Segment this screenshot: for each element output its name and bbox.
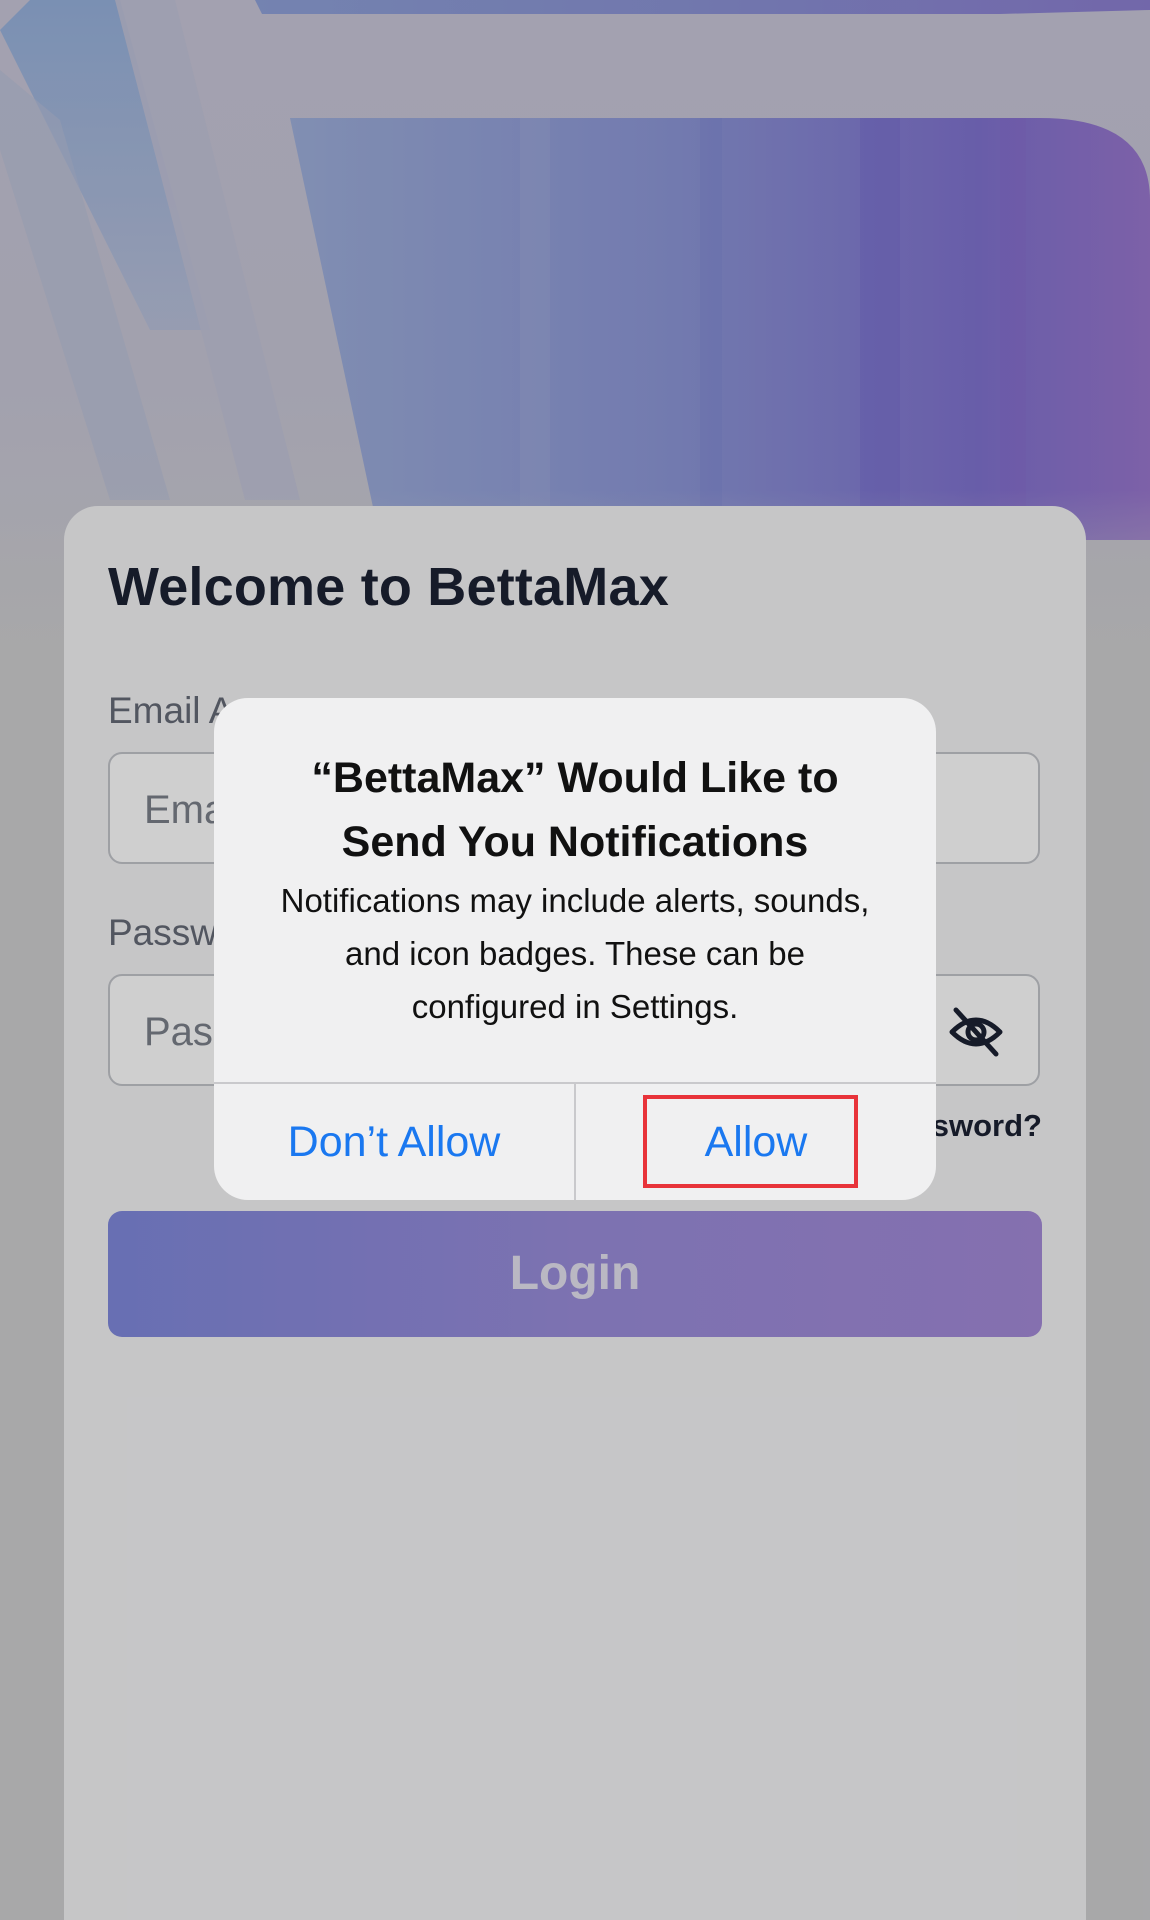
allow-highlight-box <box>643 1095 858 1188</box>
dont-allow-button[interactable]: Don’t Allow <box>214 1084 574 1200</box>
alert-message: Notifications may include alerts, sounds… <box>280 882 870 1025</box>
alert-title: “BettaMax” Would Like to Send You Notifi… <box>311 754 839 866</box>
